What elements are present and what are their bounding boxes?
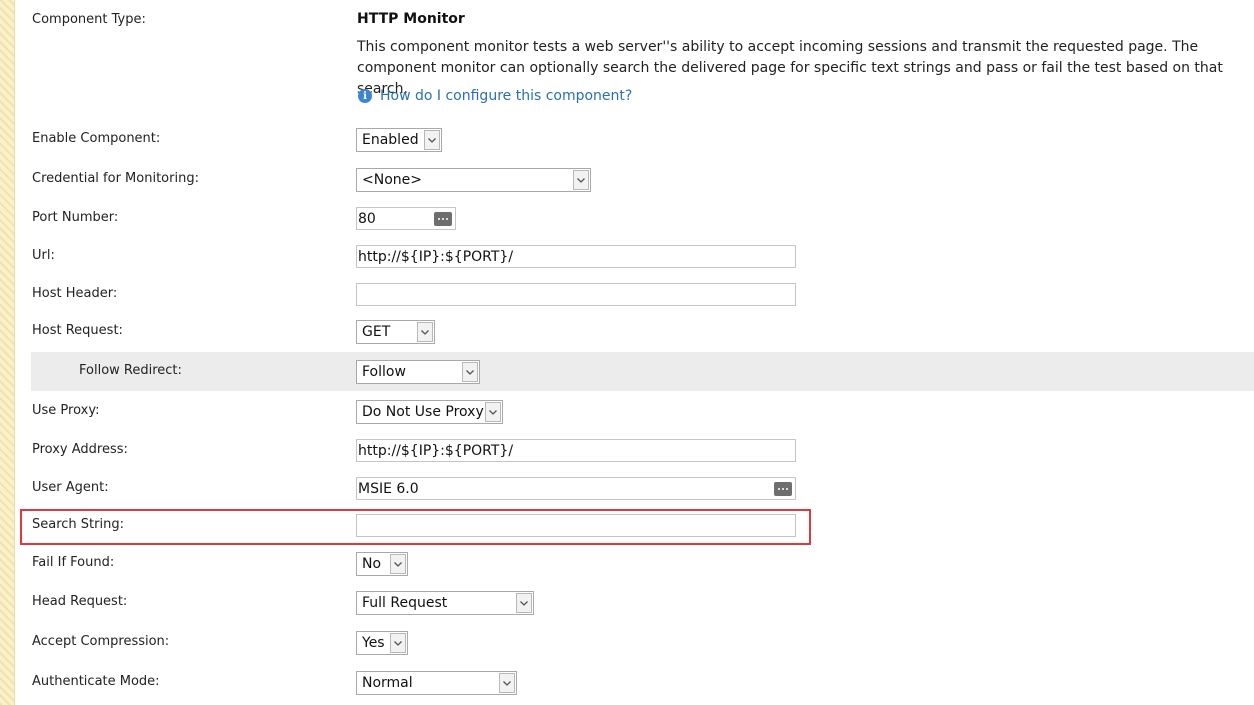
port-number-label: Port Number: [32, 210, 119, 225]
url-label: Url: [32, 248, 55, 263]
host-header-label: Host Header: [32, 286, 118, 301]
search-string-label: Search String: [32, 517, 124, 532]
host-request-select[interactable]: GET [356, 320, 435, 344]
head-request-select[interactable]: Full Request [356, 591, 534, 615]
search-string-input[interactable] [356, 514, 796, 537]
chevron-down-icon[interactable] [424, 130, 440, 150]
url-value: http://${IP}:${PORT}/ [358, 248, 514, 265]
accept-compression-label: Accept Compression: [32, 634, 170, 649]
info-icon: i [358, 89, 372, 103]
chevron-down-icon[interactable] [499, 673, 515, 693]
url-input[interactable]: http://${IP}:${PORT}/ [356, 245, 796, 268]
host-request-value: GET [362, 324, 391, 340]
credential-select[interactable]: <None> [356, 168, 591, 192]
chevron-down-icon[interactable] [573, 170, 589, 190]
use-proxy-select[interactable]: Do Not Use Proxy [356, 400, 503, 424]
chevron-down-icon[interactable] [516, 593, 532, 613]
fail-if-found-select[interactable]: No [356, 552, 408, 576]
enable-component-label: Enable Component: [32, 131, 161, 146]
use-proxy-value: Do Not Use Proxy [362, 404, 484, 420]
credential-label: Credential for Monitoring: [32, 171, 199, 186]
enable-component-value: Enabled [362, 132, 419, 148]
proxy-address-input[interactable]: http://${IP}:${PORT}/ [356, 439, 796, 462]
sidebar-stripe [0, 0, 15, 705]
accept-compression-select[interactable]: Yes [356, 631, 408, 655]
user-agent-value: MSIE 6.0 [358, 480, 419, 497]
more-options-icon[interactable] [774, 481, 792, 496]
head-request-value: Full Request [362, 595, 448, 611]
follow-redirect-select[interactable]: Follow [356, 360, 480, 384]
authenticate-mode-select[interactable]: Normal [356, 671, 517, 695]
more-options-icon[interactable] [434, 211, 452, 226]
chevron-down-icon[interactable] [417, 322, 433, 342]
user-agent-label: User Agent: [32, 480, 109, 495]
help-link-text[interactable]: How do I configure this component? [380, 88, 632, 104]
user-agent-input[interactable]: MSIE 6.0 [356, 477, 796, 500]
follow-redirect-value: Follow [362, 364, 406, 380]
chevron-down-icon[interactable] [390, 554, 406, 574]
help-link[interactable]: i How do I configure this component? [358, 88, 632, 104]
host-request-label: Host Request: [32, 323, 123, 338]
follow-redirect-label: Follow Redirect: [79, 363, 182, 378]
proxy-address-value: http://${IP}:${PORT}/ [358, 442, 514, 459]
port-number-value: 80 [358, 210, 376, 227]
component-title: HTTP Monitor [357, 11, 465, 27]
fail-if-found-value: No [362, 556, 382, 572]
authenticate-mode-value: Normal [362, 675, 413, 691]
proxy-address-label: Proxy Address: [32, 442, 128, 457]
chevron-down-icon[interactable] [390, 633, 406, 653]
accept-compression-value: Yes [362, 635, 385, 651]
fail-if-found-label: Fail If Found: [32, 555, 115, 570]
chevron-down-icon[interactable] [485, 402, 501, 422]
chevron-down-icon[interactable] [462, 362, 478, 382]
host-header-input[interactable] [356, 283, 796, 306]
follow-redirect-row [31, 352, 1254, 391]
enable-component-select[interactable]: Enabled [356, 128, 442, 152]
component-type-label: Component Type: [32, 12, 146, 27]
use-proxy-label: Use Proxy: [32, 403, 100, 418]
head-request-label: Head Request: [32, 594, 128, 609]
credential-value: <None> [362, 172, 422, 188]
port-number-input[interactable]: 80 [356, 207, 456, 230]
authenticate-mode-label: Authenticate Mode: [32, 674, 160, 689]
